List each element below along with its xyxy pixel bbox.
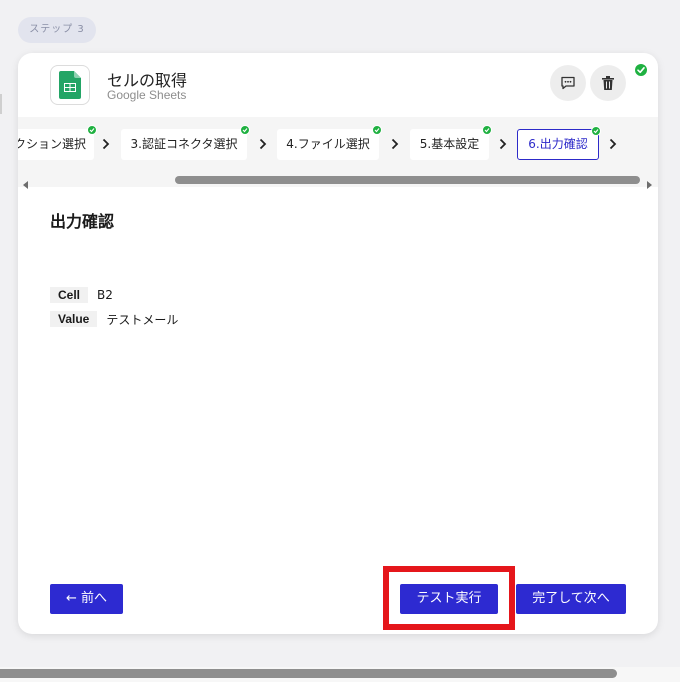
app-subtitle: Google Sheets — [107, 88, 187, 102]
output-key: Value — [50, 311, 98, 327]
tab-complete-icon — [482, 125, 492, 135]
output-row-cell: Cell B2 — [50, 287, 113, 303]
scroll-right-arrow-icon[interactable] — [646, 175, 656, 189]
step-badge: ステップ 3 — [18, 17, 96, 43]
output-key: Cell — [50, 287, 89, 303]
chevron-right-icon — [99, 134, 113, 154]
output-value: B2 — [97, 288, 113, 302]
comment-button[interactable] — [550, 65, 586, 101]
tab-complete-icon — [591, 126, 601, 136]
step-complete-check-icon — [633, 62, 649, 78]
tab-file-select[interactable]: 4.ファイル選択 — [277, 125, 382, 160]
tab-connector-select[interactable]: 3.認証コネクタ選択 — [121, 125, 250, 160]
step-tabs: アクション選択 3.認証コネクタ選択 4.ファイル選択 5.基本設定 6.出力確… — [18, 117, 658, 173]
chevron-right-icon — [256, 134, 270, 154]
google-sheets-icon — [50, 65, 90, 105]
tabs-scrollbar-thumb[interactable] — [175, 176, 640, 184]
tab-label: 5.基本設定 — [419, 137, 480, 151]
step-card: セルの取得 Google Sheets アクション選択 3.認証コネクタ選択 4… — [18, 53, 658, 634]
section-title: 出力確認 — [50, 212, 115, 231]
comment-icon — [561, 76, 575, 90]
tab-label: アクション選択 — [18, 137, 86, 151]
trash-icon — [602, 76, 614, 90]
tab-label: 4.ファイル選択 — [286, 137, 370, 151]
delete-button[interactable] — [590, 65, 626, 101]
output-value: テストメール — [106, 312, 179, 327]
output-row-value: Value テストメール — [50, 311, 178, 327]
back-button[interactable]: ← 前へ — [50, 584, 123, 614]
left-edge-indicator — [0, 94, 2, 114]
page-scrollbar-thumb[interactable] — [0, 669, 617, 678]
chevron-right-icon — [388, 134, 402, 154]
scroll-left-arrow-icon[interactable] — [21, 175, 31, 189]
test-run-button[interactable]: テスト実行 — [400, 584, 498, 614]
tab-output-confirm[interactable]: 6.出力確認 — [517, 126, 601, 160]
tab-complete-icon — [240, 125, 250, 135]
chevron-right-icon — [606, 134, 620, 154]
tab-label: 6.出力確認 — [528, 137, 588, 151]
tab-complete-icon — [87, 125, 97, 135]
complete-next-button[interactable]: 完了して次へ — [516, 584, 626, 614]
tab-action-select[interactable]: アクション選択 — [18, 125, 97, 160]
tab-complete-icon — [372, 125, 382, 135]
tab-label: 3.認証コネクタ選択 — [130, 137, 238, 151]
tab-basic-settings[interactable]: 5.基本設定 — [410, 125, 492, 160]
chevron-right-icon — [496, 134, 510, 154]
